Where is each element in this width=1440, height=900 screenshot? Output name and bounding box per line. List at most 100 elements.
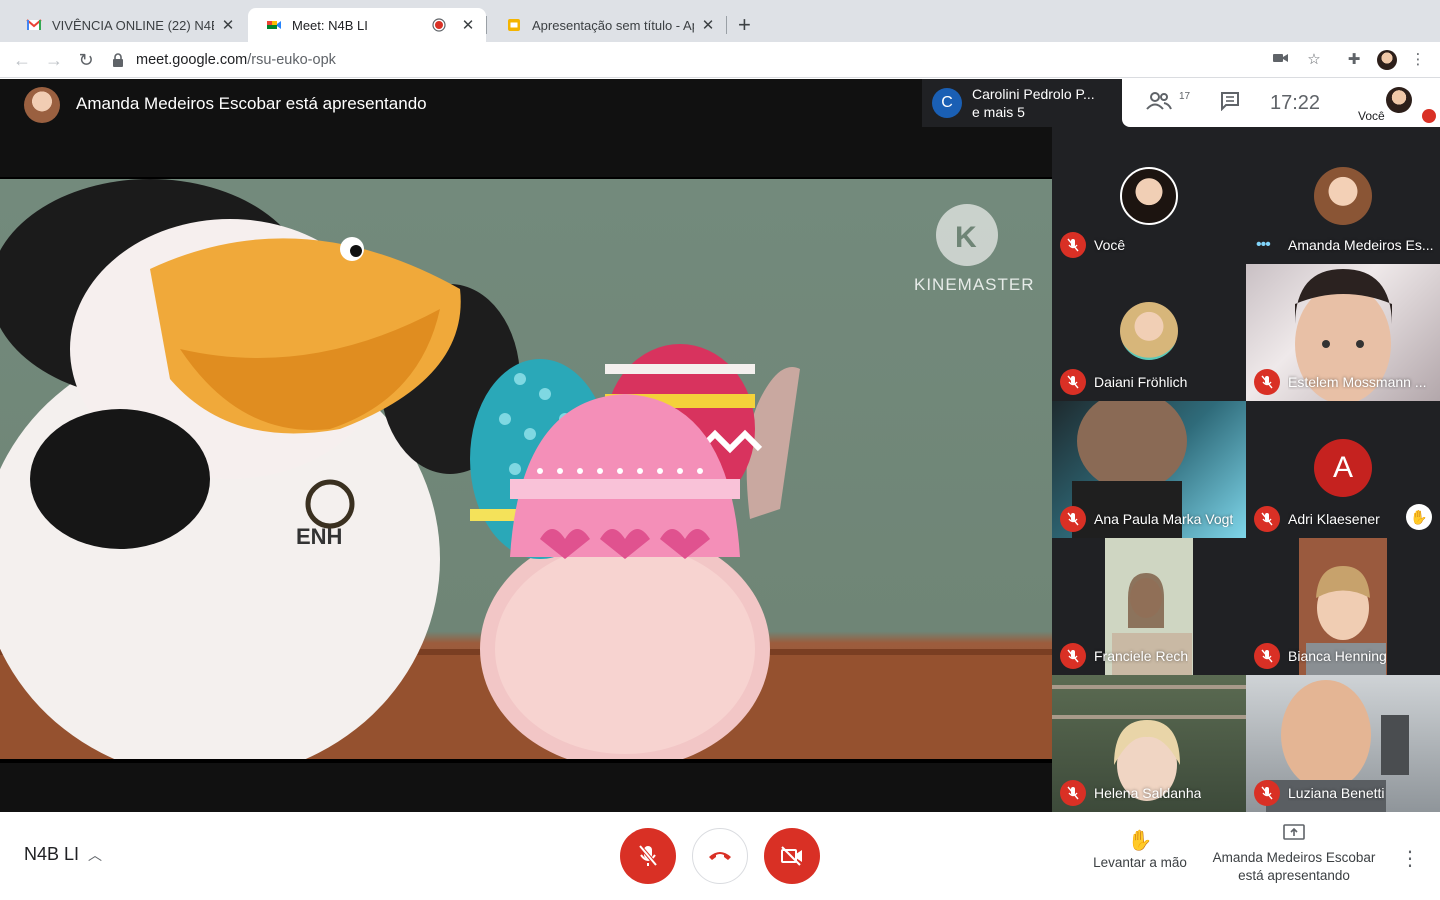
forward-button[interactable]: → <box>42 48 66 72</box>
url-path: /rsu-euko-opk <box>247 52 336 68</box>
pinned-more: e mais 5 <box>972 104 1025 120</box>
chat-icon[interactable] <box>1220 91 1240 117</box>
camera-off-icon <box>781 846 802 866</box>
url-host: meet.google.com <box>136 52 248 68</box>
pinned-avatar: C <box>932 88 962 118</box>
browser-menu-icon[interactable]: ⋮ <box>1409 51 1427 69</box>
chevron-up-icon[interactable]: ︿ <box>88 845 102 865</box>
muted-mic-icon <box>1060 369 1086 395</box>
participant-avatar: A <box>1314 439 1372 497</box>
pinned-speaker[interactable]: C Carolini Pedrolo P... e mais 5 <box>922 79 1122 127</box>
presenter-text: Amanda Medeiros Escobar está apresentand… <box>76 94 427 113</box>
close-tab-icon[interactable]: ✕ <box>460 16 476 34</box>
meet-icon <box>267 21 281 29</box>
more-options-icon[interactable]: ⋮ <box>1400 846 1420 871</box>
svg-text:ENH: ENH <box>296 524 342 549</box>
bookmark-star-icon[interactable]: ☆ <box>1305 51 1323 69</box>
participant-name: Estelem Mossmann ... <box>1288 374 1427 390</box>
participant-name: Luziana Benetti <box>1288 785 1385 801</box>
participant-name: Daiani Fröhlich <box>1094 374 1188 390</box>
participant-name: Você <box>1094 237 1126 253</box>
participant-count: 17 <box>1179 91 1191 102</box>
participant-name: Adri Klaesener <box>1288 511 1380 527</box>
participant-name: Amanda Medeiros Es... <box>1288 237 1434 253</box>
microphone-toggle-button[interactable] <box>620 828 676 884</box>
browser-toolbar: ← → ↻ meet.google.com/rsu-euko-opk ☆ ✚ ⋮ <box>0 42 1440 78</box>
participant-name: Bianca Henning <box>1288 648 1387 664</box>
participant-avatar <box>1120 302 1178 360</box>
muted-mic-icon <box>1060 506 1086 532</box>
raised-hand-icon: ✋ <box>1406 504 1432 530</box>
pinned-name: Carolini Pedrolo P... <box>972 86 1095 102</box>
slides-icon <box>508 19 520 31</box>
tab-slides[interactable]: Apresentação sem título - Apre ✕ <box>488 8 726 42</box>
participant-tile[interactable]: Franciele Rech <box>1052 538 1246 675</box>
presenting-label-line2: está apresentando <box>1238 868 1350 883</box>
participant-tile[interactable]: ••• Amanda Medeiros Es... <box>1246 127 1440 264</box>
muted-mic-icon <box>1422 109 1436 123</box>
muted-mic-icon <box>1060 232 1086 258</box>
camera-icon[interactable] <box>1272 51 1290 69</box>
back-button[interactable]: ← <box>10 48 34 72</box>
participants-icon[interactable] <box>1146 91 1172 117</box>
present-screen-icon <box>1206 824 1382 845</box>
recording-icon <box>432 18 446 32</box>
meeting-clock: 17:22 <box>1270 92 1321 114</box>
tab-title: Meet: N4B LI <box>292 17 368 33</box>
participant-name: Ana Paula Marka Vogt <box>1094 511 1234 527</box>
tab-title: Apresentação sem título - Apre <box>532 17 694 33</box>
end-call-icon <box>709 852 731 860</box>
leave-call-button[interactable] <box>692 828 748 884</box>
reload-button[interactable]: ↻ <box>74 48 98 72</box>
participant-tile[interactable]: Daiani Fröhlich <box>1052 264 1246 401</box>
address-bar[interactable]: meet.google.com/rsu-euko-opk <box>112 48 336 72</box>
participant-avatar <box>1120 167 1178 225</box>
participant-tile[interactable]: Estelem Mossmann ... <box>1246 264 1440 401</box>
meeting-details-panel: 17 17:22 Você <box>1122 79 1440 127</box>
participant-name: Franciele Rech <box>1094 648 1189 664</box>
self-thumbnail-label: Você <box>1358 109 1385 123</box>
close-tab-icon[interactable]: ✕ <box>220 16 236 34</box>
participant-tile[interactable]: Luziana Benetti <box>1246 675 1440 812</box>
gmail-icon <box>26 19 42 30</box>
muted-mic-icon <box>1254 643 1280 669</box>
participant-tile[interactable]: A Adri Klaesener ✋ <box>1246 401 1440 538</box>
meeting-details-title[interactable]: N4B LI <box>24 844 79 865</box>
participant-tile[interactable]: Helena Saldanha <box>1052 675 1246 812</box>
muted-mic-icon <box>1254 506 1280 532</box>
muted-mic-icon <box>1254 369 1280 395</box>
presenter-avatar <box>24 87 60 123</box>
profile-avatar[interactable] <box>1377 50 1397 70</box>
speaking-indicator-icon: ••• <box>1256 236 1271 253</box>
tab-meet[interactable]: Meet: N4B LI ✕ <box>248 8 486 42</box>
svg-text:K: K <box>955 221 977 254</box>
lock-icon <box>113 53 123 67</box>
tab-gmail[interactable]: VIVÊNCIA ONLINE (22) N4B - f ✕ <box>8 8 246 42</box>
close-tab-icon[interactable]: ✕ <box>700 16 716 34</box>
raise-hand-button[interactable]: ✋ Levantar a mão <box>1090 830 1190 872</box>
muted-mic-icon <box>1060 780 1086 806</box>
participant-tile[interactable]: Você <box>1052 127 1246 264</box>
mic-off-icon <box>638 844 658 867</box>
raise-hand-label: Levantar a mão <box>1093 855 1187 870</box>
muted-mic-icon <box>1254 780 1280 806</box>
participant-tile[interactable]: Bianca Henning <box>1246 538 1440 675</box>
camera-toggle-button[interactable] <box>764 828 820 884</box>
presentation-status-button[interactable]: Amanda Medeiros Escobar está apresentand… <box>1206 824 1382 885</box>
presenting-label-line1: Amanda Medeiros Escobar <box>1212 850 1376 865</box>
tab-title: VIVÊNCIA ONLINE (22) N4B - f <box>52 17 214 33</box>
participant-tile[interactable]: Ana Paula Marka Vogt <box>1052 401 1246 538</box>
extensions-icon[interactable]: ✚ <box>1345 51 1363 69</box>
meeting-controls-bar: N4B LI ︿ ✋ Levantar a mão Amanda Medeiro… <box>0 812 1440 900</box>
browser-tab-bar: VIVÊNCIA ONLINE (22) N4B - f ✕ Meet: N4B… <box>0 0 1440 42</box>
meet-window: Amanda Medeiros Escobar está apresentand… <box>0 79 1440 812</box>
self-thumbnail[interactable] <box>1386 87 1412 113</box>
new-tab-button[interactable]: + <box>738 12 751 38</box>
presenter-bar: Amanda Medeiros Escobar está apresentand… <box>0 79 1052 177</box>
meeting-info-area: C Carolini Pedrolo P... e mais 5 17 17:2… <box>922 79 1440 127</box>
video-watermark-text: KINEMASTER <box>914 275 1035 294</box>
hand-icon: ✋ <box>1127 830 1153 852</box>
participant-name: Helena Saldanha <box>1094 785 1202 801</box>
muted-mic-icon <box>1060 643 1086 669</box>
presentation-stage[interactable]: ENH K KINEMASTER <box>0 177 1052 763</box>
